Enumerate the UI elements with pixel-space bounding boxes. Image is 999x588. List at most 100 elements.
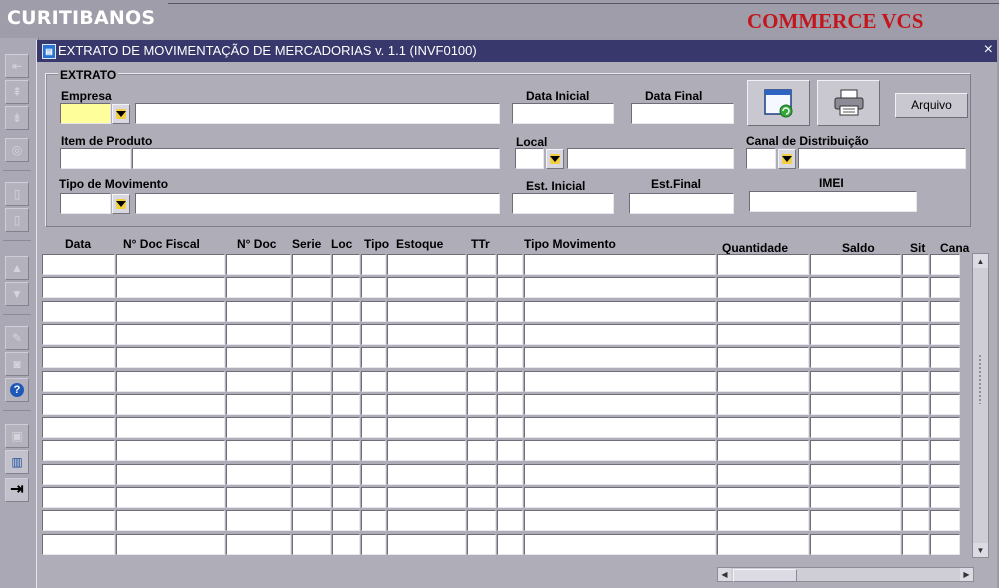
next-set-icon[interactable]: ⇟ (5, 106, 29, 130)
table-cell[interactable] (116, 300, 225, 322)
table-cell[interactable] (116, 277, 225, 299)
table-cell[interactable] (226, 533, 291, 555)
table-cell[interactable] (332, 440, 360, 462)
table-cell[interactable] (332, 254, 360, 275)
table-cell[interactable] (717, 254, 809, 275)
table-cell[interactable] (387, 347, 466, 369)
table-cell[interactable] (467, 277, 496, 299)
table-cell[interactable] (524, 463, 716, 485)
table-cell[interactable] (361, 487, 386, 508)
table-cell[interactable] (930, 510, 960, 532)
table-cell[interactable] (226, 510, 291, 532)
table-cell[interactable] (332, 463, 360, 485)
up-arrow-icon[interactable]: ▲ (5, 256, 29, 280)
tipo-movimento-code-field[interactable] (60, 193, 111, 214)
table-cell[interactable] (902, 254, 929, 275)
table-cell[interactable] (930, 254, 960, 275)
table-cell[interactable] (292, 254, 331, 275)
table-cell[interactable] (497, 533, 523, 555)
table-cell[interactable] (116, 347, 225, 369)
table-cell[interactable] (902, 463, 929, 485)
table-cell[interactable] (42, 440, 115, 462)
delete-record-icon[interactable]: ▯ (5, 208, 29, 232)
table-cell[interactable] (42, 533, 115, 555)
tipo-movimento-name-field[interactable] (135, 193, 500, 214)
table-cell[interactable] (292, 393, 331, 415)
item-produto-code-field[interactable] (60, 148, 131, 169)
table-cell[interactable] (332, 417, 360, 439)
table-cell[interactable] (332, 510, 360, 532)
table-cell[interactable] (467, 440, 496, 462)
table-cell[interactable] (292, 277, 331, 299)
table-cell[interactable] (467, 254, 496, 275)
table-cell[interactable] (902, 393, 929, 415)
table-cell[interactable] (902, 347, 929, 369)
table-cell[interactable] (387, 323, 466, 345)
table-cell[interactable] (930, 417, 960, 439)
table-cell[interactable] (930, 370, 960, 392)
table-cell[interactable] (930, 393, 960, 415)
table-cell[interactable] (116, 533, 225, 555)
table-cell[interactable] (42, 510, 115, 532)
table-cell[interactable] (292, 417, 331, 439)
table-cell[interactable] (902, 277, 929, 299)
empresa-code-field[interactable] (60, 103, 111, 124)
trash-icon[interactable]: ▥ (5, 450, 29, 474)
exit-icon[interactable]: ⇥ (5, 478, 29, 502)
table-cell[interactable] (810, 393, 901, 415)
canal-dropdown-button[interactable] (778, 149, 796, 169)
data-inicial-field[interactable] (512, 103, 614, 124)
table-cell[interactable] (717, 347, 809, 369)
table-cell[interactable] (467, 417, 496, 439)
table-cell[interactable] (361, 393, 386, 415)
table-cell[interactable] (810, 533, 901, 555)
table-cell[interactable] (116, 440, 225, 462)
table-cell[interactable] (226, 347, 291, 369)
table-cell[interactable] (361, 533, 386, 555)
local-dropdown-button[interactable] (546, 149, 564, 169)
table-cell[interactable] (361, 254, 386, 275)
table-cell[interactable] (332, 300, 360, 322)
table-cell[interactable] (810, 463, 901, 485)
table-cell[interactable] (497, 323, 523, 345)
print-button[interactable] (817, 80, 880, 126)
table-cell[interactable] (524, 487, 716, 508)
table-cell[interactable] (810, 254, 901, 275)
local-name-field[interactable] (567, 148, 734, 169)
table-cell[interactable] (116, 487, 225, 508)
table-cell[interactable] (387, 510, 466, 532)
table-cell[interactable] (332, 533, 360, 555)
local-code-field[interactable] (515, 148, 544, 169)
table-cell[interactable] (292, 370, 331, 392)
table-cell[interactable] (717, 277, 809, 299)
table-cell[interactable] (387, 487, 466, 508)
table-cell[interactable] (361, 347, 386, 369)
table-cell[interactable] (717, 417, 809, 439)
table-cell[interactable] (524, 510, 716, 532)
arquivo-button[interactable]: Arquivo (895, 93, 968, 118)
table-cell[interactable] (116, 463, 225, 485)
empresa-name-field[interactable] (135, 103, 500, 124)
table-cell[interactable] (42, 347, 115, 369)
table-cell[interactable] (524, 440, 716, 462)
table-cell[interactable] (467, 347, 496, 369)
table-cell[interactable] (717, 440, 809, 462)
refresh-button[interactable] (747, 80, 810, 126)
table-cell[interactable] (116, 510, 225, 532)
table-cell[interactable] (467, 487, 496, 508)
table-cell[interactable] (42, 300, 115, 322)
table-cell[interactable] (902, 370, 929, 392)
horizontal-scrollbar[interactable]: ◀ ▶ (717, 567, 974, 582)
table-cell[interactable] (902, 417, 929, 439)
table-cell[interactable] (497, 417, 523, 439)
scroll-left-icon[interactable]: ◀ (718, 568, 731, 581)
scroll-right-icon[interactable]: ▶ (960, 568, 973, 581)
table-cell[interactable] (524, 393, 716, 415)
table-cell[interactable] (902, 300, 929, 322)
table-cell[interactable] (361, 510, 386, 532)
table-cell[interactable] (332, 323, 360, 345)
table-cell[interactable] (717, 487, 809, 508)
scroll-up-icon[interactable]: ▲ (973, 254, 988, 268)
table-cell[interactable] (930, 463, 960, 485)
table-cell[interactable] (930, 277, 960, 299)
